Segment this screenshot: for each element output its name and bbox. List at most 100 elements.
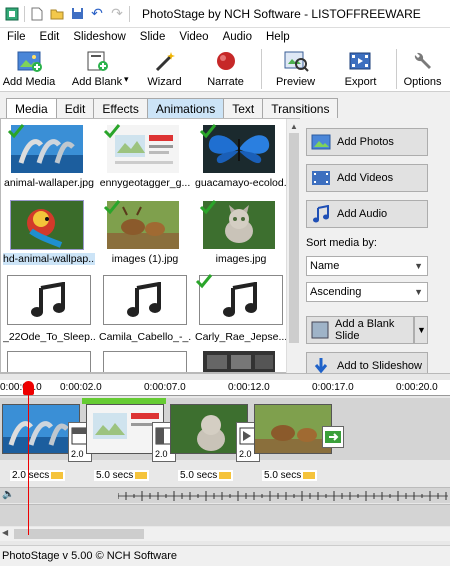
check-icon [195,274,213,289]
media-item[interactable]: Carly_Rae_Jepse... [195,274,287,349]
media-item[interactable]: guacamayo-ecolod... [195,121,287,195]
media-scrollbar[interactable]: ▲ [286,119,300,373]
chevron-down-icon[interactable]: ▾ [124,74,129,85]
media-caption: images.jpg [215,253,267,265]
add-videos-button[interactable]: Add Videos [306,164,428,192]
toolbar-divider [260,49,262,89]
redo-icon[interactable]: ↷ [109,5,125,22]
media-item[interactable] [3,351,93,372]
add-blank-label: Add Blank [71,76,123,88]
timeline: 0:00:00.0 0:00:02.0 0:00:07.0 0:00:12.0 … [0,373,450,545]
export-button[interactable]: Export [330,46,392,92]
media-caption: animal-wallaper.jpg [4,177,94,189]
transition-duration: 2.0 [155,449,168,459]
music-note-icon [311,204,331,224]
playhead-line[interactable] [28,385,29,535]
tag-icon [303,471,316,479]
open-folder-icon[interactable] [49,6,65,22]
tab-animations[interactable]: Animations [146,98,225,118]
save-icon[interactable] [69,6,85,22]
title-bar: ↶ ↷ PhotoStage by NCH Software - LISTOFF… [0,0,450,28]
audio-track[interactable]: 🔈 [0,487,450,503]
time-ruler[interactable]: 0:00:00.0 0:00:02.0 0:00:07.0 0:00:12.0 … [0,380,450,396]
undo-icon[interactable]: ↶ [89,5,105,22]
menu-slideshow[interactable]: Slideshow [66,31,132,43]
clip-duration[interactable]: 2.0 secs [10,470,66,481]
media-item[interactable]: images.jpg [195,197,285,271]
sort-by-select[interactable]: Name ▼ [306,256,428,276]
tag-icon [51,471,64,479]
add-to-slideshow-label: Add to Slideshow [337,360,422,372]
add-transition-button[interactable] [322,426,344,448]
clip-duration[interactable]: 5.0 secs [262,470,318,481]
scroll-up-icon[interactable]: ▲ [287,119,301,133]
main-toolbar: Add Media Add Blank ▾ Wizard Narrate Pre… [0,46,450,92]
clip-duration-text: 5.0 secs [96,470,134,481]
options-button[interactable]: Options [401,46,445,92]
tab-text[interactable]: Text [223,98,264,118]
add-blank-slide-button[interactable]: Add a Blank Slide [306,316,414,344]
timeline-hscrollbar[interactable]: ◀ [0,527,450,541]
timeline-clip[interactable] [254,404,332,454]
add-blank-button[interactable]: Add Blank [62,46,132,92]
menu-audio[interactable]: Audio [216,31,259,43]
tab-media[interactable]: Media [6,98,57,119]
playhead-handle[interactable] [23,381,34,395]
music-note-icon [7,275,91,325]
sort-order-select[interactable]: Ascending ▼ [306,282,428,302]
speaker-icon[interactable]: 🔈 [2,489,14,500]
status-bar: PhotoStage v 5.00 © NCH Software [0,545,450,566]
tab-transitions[interactable]: Transitions [262,98,339,118]
media-item[interactable] [195,351,285,372]
media-caption: hd-animal-wallpap... [3,253,95,265]
audio-track-2[interactable] [0,504,450,526]
film-icon [311,168,331,188]
chevron-down-icon: ▼ [414,261,423,271]
wizard-button[interactable]: Wizard [137,46,193,92]
sort-by-value: Name [310,260,340,272]
menu-help[interactable]: Help [259,31,297,43]
scroll-left-icon[interactable]: ◀ [2,528,8,537]
sort-order-value: Ascending [310,286,362,298]
media-item[interactable]: Camila_Cabello_-_... [99,275,191,349]
ruler-tick: 0:00:20.0 [396,382,438,393]
music-note-icon [7,351,91,372]
media-item[interactable] [99,351,189,372]
add-blank-icon [84,49,110,73]
music-note-icon [103,275,187,325]
media-item[interactable]: animal-wallaper.jpg [3,121,94,195]
menu-slide[interactable]: Slide [133,31,173,43]
record-icon [213,49,239,73]
transition-duration: 2.0 [239,449,252,459]
add-audio-button[interactable]: Add Audio [306,200,428,228]
preview-button[interactable]: Preview [266,46,326,92]
tab-edit[interactable]: Edit [55,98,95,118]
media-caption: _22Ode_To_Sleep... [3,331,95,343]
menu-edit[interactable]: Edit [33,31,67,43]
media-tabs: Media Edit Effects Animations Text Trans… [6,98,339,119]
media-item[interactable]: images (1).jpg [99,197,189,271]
narrate-button[interactable]: Narrate [195,46,257,92]
media-list: animal-wallaper.jpg ennygeotagger_g... g… [0,118,300,373]
ruler-tick: 0:00:17.0 [312,382,354,393]
tab-effects[interactable]: Effects [93,98,148,118]
menu-video[interactable]: Video [172,31,215,43]
media-item[interactable]: hd-animal-wallpap... [3,197,95,271]
scroll-thumb[interactable] [289,133,299,343]
audio-waveform [118,491,448,501]
divider [24,5,25,22]
add-media-label: Add Media [2,76,56,88]
menu-file[interactable]: File [0,31,33,43]
scroll-thumb[interactable] [14,529,144,539]
clip-duration[interactable]: 5.0 secs [178,470,234,481]
add-media-button[interactable]: Add Media [0,46,58,92]
sort-label: Sort media by: [306,237,377,249]
add-blank-slide-dropdown[interactable]: ▼ [414,316,428,344]
ruler-tick: 0:00:00.0 [0,382,42,393]
add-photos-button[interactable]: Add Photos [306,128,428,156]
narrate-label: Narrate [207,76,244,88]
media-item[interactable]: ennygeotagger_g... [99,121,190,195]
media-item[interactable]: _22Ode_To_Sleep... [3,275,95,349]
new-file-icon[interactable] [29,6,45,22]
clip-duration[interactable]: 5.0 secs [94,470,150,481]
